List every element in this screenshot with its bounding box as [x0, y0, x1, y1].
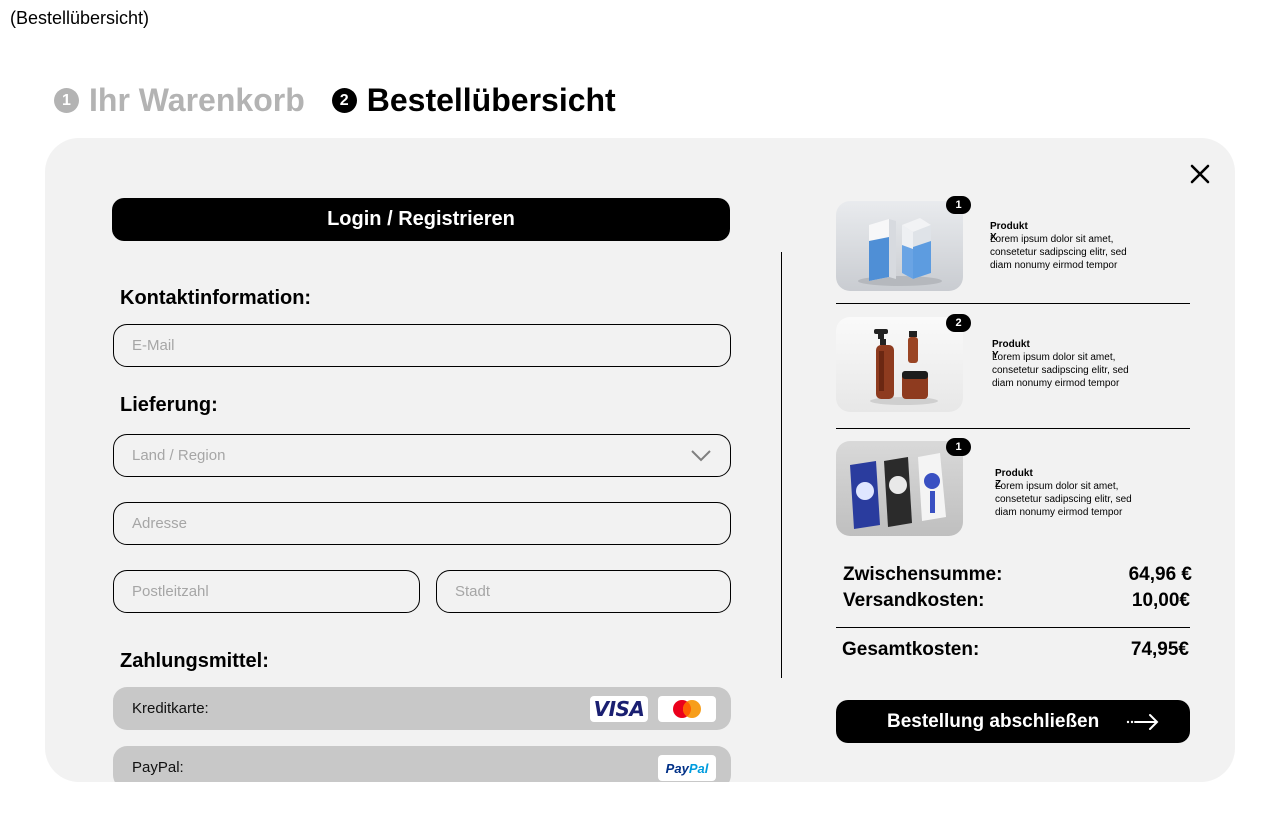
- product-image: [836, 441, 963, 536]
- city-field[interactable]: Stadt: [436, 570, 731, 613]
- payment-option-paypal[interactable]: PayPal: Pay Pal: [113, 746, 731, 782]
- address-placeholder: Adresse: [132, 515, 188, 532]
- quantity-badge: 2: [946, 314, 971, 332]
- step-label: Ihr Warenkorb: [89, 82, 305, 118]
- payment-label: Kreditkarte:: [132, 700, 209, 717]
- zip-field[interactable]: Postleitzahl: [113, 570, 420, 613]
- payment-label: PayPal:: [132, 759, 184, 776]
- product-description: Lorem ipsum dolor sit amet, consetetur s…: [992, 352, 1129, 389]
- summary-divider: [836, 627, 1190, 628]
- shipping-label: Versandkosten:: [843, 590, 985, 611]
- country-select[interactable]: Land / Region: [113, 434, 731, 477]
- product-description: Lorem ipsum dolor sit amet, consetetur s…: [990, 234, 1127, 271]
- city-placeholder: Stadt: [455, 583, 491, 600]
- subtotal-value: 64,96 €: [1128, 564, 1192, 585]
- product-image: [836, 317, 963, 412]
- frame-label: (Bestellübersicht): [10, 8, 150, 28]
- item-divider: [836, 303, 1190, 304]
- payment-option-creditcard[interactable]: Kreditkarte: VISA: [113, 687, 731, 730]
- shipping-value: 10,00€: [1131, 590, 1190, 611]
- product-image: [836, 201, 963, 291]
- checkout-panel: Login / Registrieren Kontaktinformation:…: [45, 138, 1235, 782]
- login-register-button[interactable]: Login / Registrieren: [112, 198, 730, 241]
- email-placeholder: E-Mail: [132, 337, 175, 354]
- item-divider: [836, 428, 1190, 429]
- complete-order-button[interactable]: Bestellung abschließen: [836, 700, 1190, 743]
- arrow-right-icon: [1126, 714, 1159, 730]
- chevron-down-icon: [691, 450, 711, 462]
- zip-placeholder: Postleitzahl: [132, 583, 209, 600]
- payment-title: Zahlungsmittel:: [120, 650, 269, 672]
- visa-logo: VISA: [590, 696, 648, 722]
- delivery-title: Lieferung:: [120, 394, 218, 416]
- step-cart[interactable]: 1 Ihr Warenkorb: [54, 82, 305, 119]
- product-description: Lorem ipsum dolor sit amet, consetetur s…: [995, 481, 1132, 518]
- checkout-steps: 1 Ihr Warenkorb 2 Bestellübersicht: [54, 82, 616, 119]
- total-value: 74,95€: [1130, 639, 1189, 660]
- close-icon[interactable]: [1188, 162, 1212, 186]
- address-field[interactable]: Adresse: [113, 502, 731, 545]
- subtotal-label: Zwischensumme:: [843, 564, 1003, 585]
- checkout-label: Bestellung abschließen: [887, 710, 1100, 732]
- total-label: Gesamtkosten:: [842, 639, 980, 660]
- step-order-overview: 2 Bestellübersicht: [331, 82, 616, 119]
- step-number: 2: [331, 88, 357, 113]
- quantity-badge: 1: [946, 196, 971, 214]
- email-field[interactable]: E-Mail: [113, 324, 731, 367]
- paypal-logo: Pay Pal: [658, 755, 716, 781]
- step-number: 1: [54, 88, 79, 113]
- step-label: Bestellübersicht: [366, 82, 616, 118]
- country-placeholder: Land / Region: [132, 447, 226, 464]
- contact-title: Kontaktinformation:: [120, 287, 312, 309]
- mastercard-logo: [658, 696, 716, 722]
- quantity-badge: 1: [946, 438, 971, 456]
- section-divider: [781, 252, 782, 678]
